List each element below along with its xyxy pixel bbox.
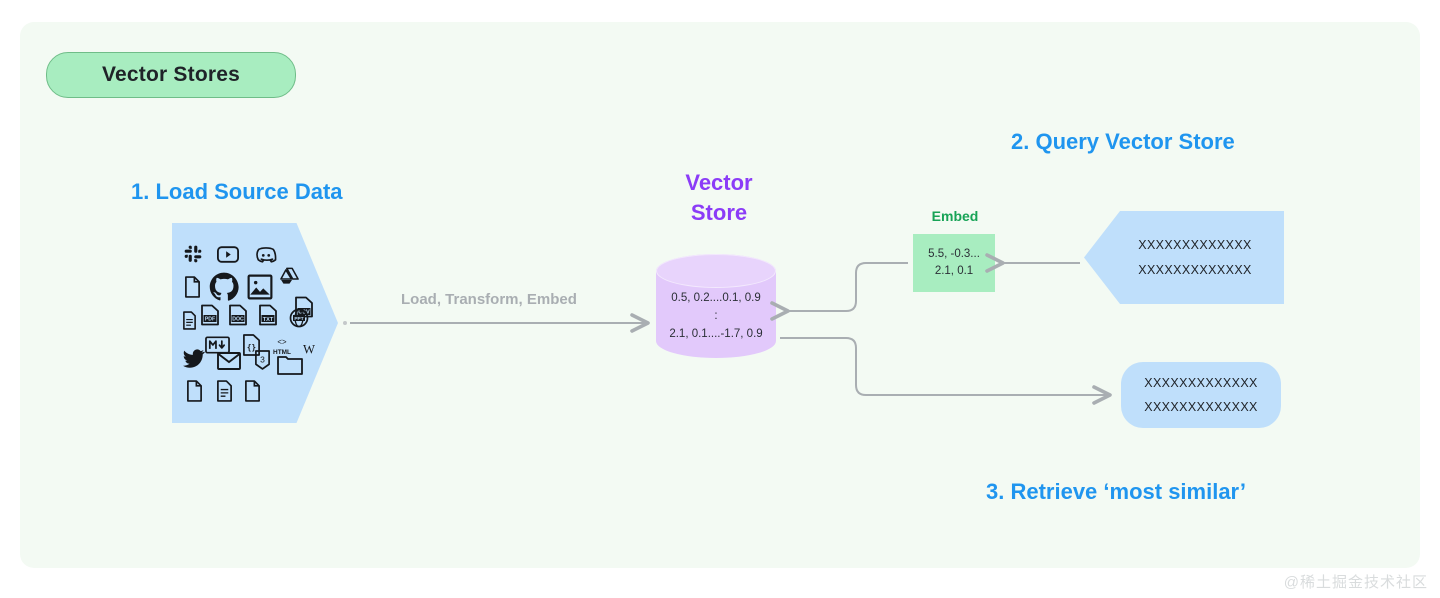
vector-store-cylinder-top (656, 254, 776, 288)
watermark: @稀土掘金技术社区 (1283, 574, 1428, 591)
source-icon-grid: CSV PDF DOC TXT PPT {} <> HTML W 3 (172, 223, 338, 423)
svg-text:3: 3 (260, 354, 265, 364)
embed-label: Embed (931, 208, 979, 224)
folder-icon (276, 353, 304, 377)
step-2-label: 2. Query Vector Store (1011, 129, 1235, 154)
query-line-1: XXXXXXXXXXXXX (1138, 237, 1252, 252)
result-box: XXXXXXXXXXXXX XXXXXXXXXXXXX (1121, 362, 1281, 428)
query-text: XXXXXXXXXXXXX XXXXXXXXXXXXX (1084, 211, 1284, 304)
twitter-icon (182, 347, 206, 371)
vector-store-title: Vector Store (660, 168, 778, 229)
embed-box: 5.5, -0.3... 2.1, 0.1 (913, 234, 995, 292)
svg-text:PPT: PPT (294, 316, 303, 322)
youtube-icon (216, 243, 240, 265)
svg-text:<>: <> (277, 338, 287, 347)
document-icon (182, 275, 202, 299)
txt-file-icon: TXT (256, 303, 280, 327)
embed-line-1: 5.5, -0.3... (928, 247, 980, 260)
svg-text:DOC: DOC (232, 317, 244, 323)
discord-icon (254, 243, 278, 265)
vector-store-title-line2: Store (690, 200, 748, 226)
embed-line-2: 2.1, 0.1 (934, 265, 974, 277)
vector-row-1: 0.5, 0.2....0.1, 0.9 (671, 292, 761, 304)
vector-store-values: 0.5, 0.2....0.1, 0.9 : 2.1, 0.1....-1.7,… (656, 290, 776, 343)
blank-page-icon (242, 379, 262, 403)
ppt-file-icon: PPT (288, 307, 310, 329)
github-icon (208, 271, 240, 303)
diagram-canvas: Vector Stores 1. Load Source Data 2. Que… (0, 0, 1440, 598)
image-icon (246, 273, 274, 301)
svg-text:TXT: TXT (263, 317, 274, 323)
slack-icon (182, 243, 204, 265)
email-icon (216, 351, 242, 371)
svg-text:PDF: PDF (205, 317, 215, 323)
step-1-label: 1. Load Source Data (131, 179, 343, 204)
step-3-label: 3. Retrieve ‘most similar’ (986, 479, 1247, 504)
svg-text:W: W (303, 343, 315, 357)
query-line-2: XXXXXXXXXXXXX (1138, 262, 1252, 277)
pdf-file-icon: PDF (198, 303, 222, 327)
page-title: Vector Stores (46, 52, 296, 98)
vector-store-title-line1: Vector (685, 170, 753, 195)
text-document-icon (214, 379, 234, 403)
blank-document-icon (180, 309, 198, 331)
pipeline-label: Load, Transform, Embed (401, 291, 577, 308)
doc-file-icon: DOC (226, 303, 250, 327)
result-line-1: XXXXXXXXXXXXX (1144, 375, 1258, 390)
vector-row-2: 2.1, 0.1....-1.7, 0.9 (669, 327, 763, 340)
result-line-2: XXXXXXXXXXXXX (1144, 400, 1258, 414)
vector-row-separator: : (714, 309, 718, 322)
google-drive-icon (278, 265, 300, 287)
page-icon (184, 379, 204, 403)
css3-icon: 3 (252, 349, 272, 371)
